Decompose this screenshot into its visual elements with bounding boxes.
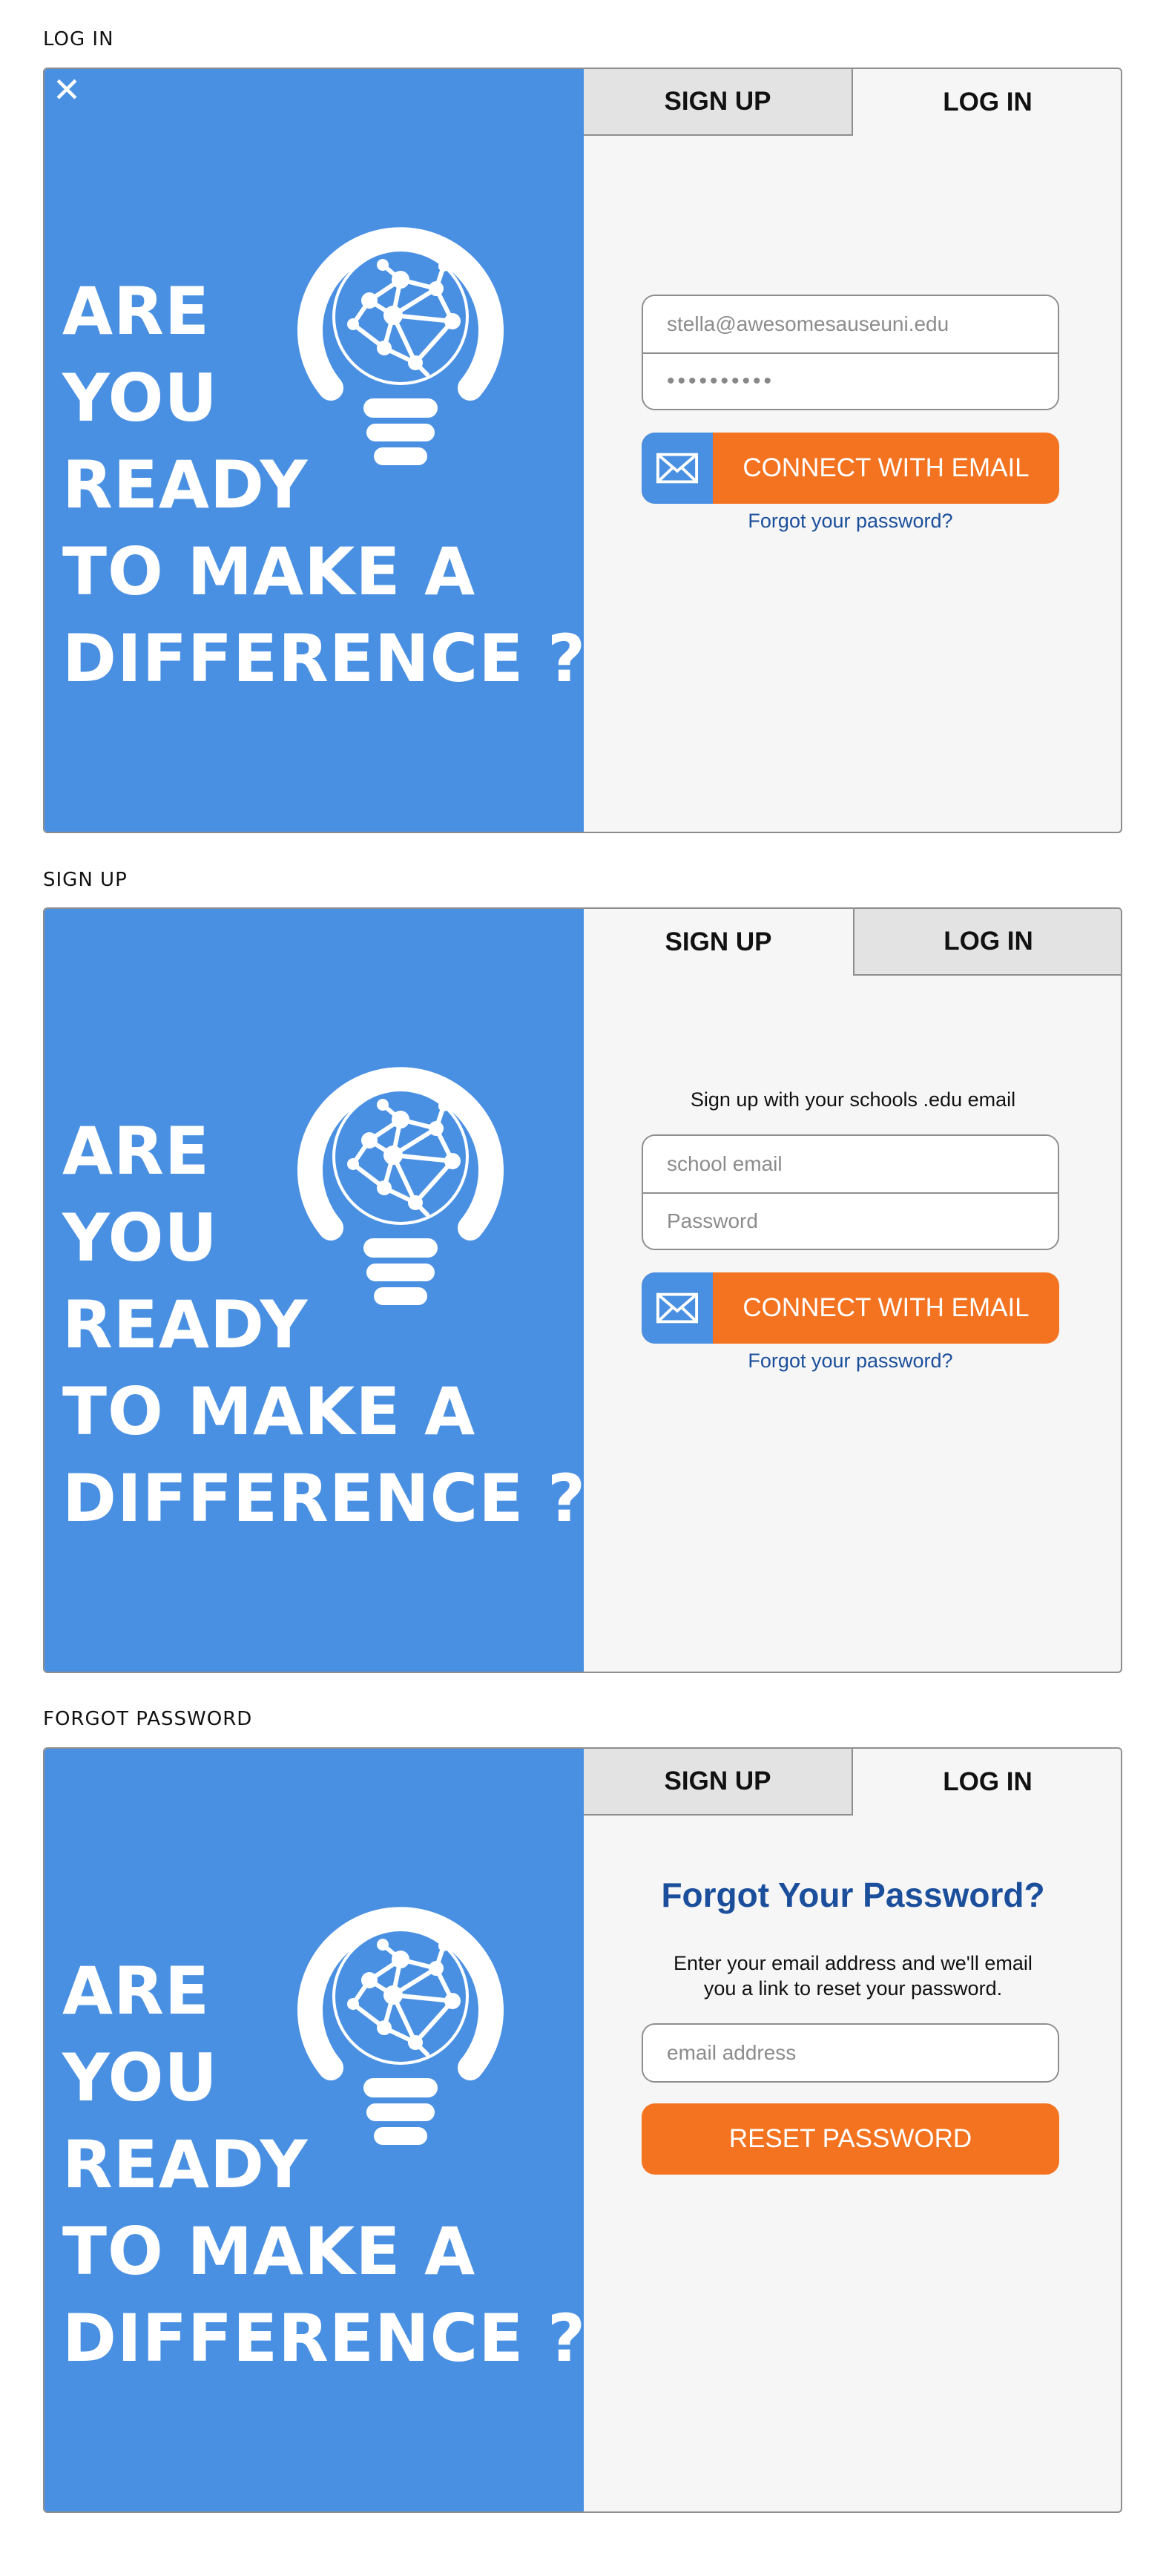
signup-instruction: Sign up with your schools .edu email [690,1088,1016,1111]
lightbulb-network-icon [297,1057,504,1310]
form-panel: SIGN UP LOG IN stella@awesomesauseuni.ed… [584,69,1121,832]
form-panel: SIGN UP LOG IN Forgot Your Password? Ent… [584,1749,1121,2511]
forgot-instruction-line2: you a link to reset your password. [703,1977,1003,2000]
tab-login[interactable]: LOG IN [853,1749,1121,1816]
forgot-card: ARE YOU READY TO MAKE A DIFFERENCE ? SIG… [43,1747,1122,2513]
connect-with-email-button[interactable]: CONNECT WITH EMAIL [642,1272,1059,1344]
hero-panel: ARE YOU READY TO MAKE A DIFFERENCE ? [45,909,585,1672]
forgot-password-link[interactable]: Forgot your password? [642,1350,1059,1373]
password-input[interactable]: Password [643,1192,1058,1249]
connect-button-label: CONNECT WITH EMAIL [742,453,1030,482]
connect-button-label: CONNECT WITH EMAIL [742,1293,1030,1322]
close-icon[interactable]: ✕ [52,73,82,107]
email-group: email address [642,2023,1059,2083]
password-field[interactable]: •••••••••• [643,352,1058,409]
school-email-input[interactable]: school email [643,1136,1058,1192]
tab-login[interactable]: LOG IN [853,909,1121,976]
login-card: ✕ ARE YOU READY TO MAKE A DIFFERENCE ? S… [43,68,1122,833]
hero-panel: ARE YOU READY TO MAKE A DIFFERENCE ? [45,1749,585,2511]
section-label-forgot: FORGOT PASSWORD [43,1708,253,1730]
tab-login[interactable]: LOG IN [853,69,1121,136]
forgot-instruction-line1: Enter your email address and we'll email [674,1952,1033,1974]
forgot-password-link[interactable]: Forgot your password? [642,510,1059,533]
credentials-group: stella@awesomesauseuni.edu •••••••••• [642,295,1059,410]
form-panel: SIGN UP LOG IN Sign up with your schools… [584,909,1121,1672]
reset-password-button[interactable]: RESET PASSWORD [642,2103,1059,2175]
tab-signup[interactable]: SIGN UP [584,909,853,976]
signup-card: ARE YOU READY TO MAKE A DIFFERENCE ? SIG… [43,907,1122,1673]
email-field[interactable]: stella@awesomesauseuni.edu [643,296,1058,352]
connect-with-email-button[interactable]: CONNECT WITH EMAIL [642,433,1059,504]
mail-icon [642,433,713,504]
tab-signup[interactable]: SIGN UP [584,1749,853,1816]
tab-signup[interactable]: SIGN UP [584,69,853,136]
section-label-signup: SIGN UP [43,869,128,891]
forgot-title: Forgot Your Password? [661,1876,1045,1914]
hero-panel: ✕ ARE YOU READY TO MAKE A DIFFERENCE ? [45,69,585,832]
email-address-input[interactable]: email address [643,2025,1058,2081]
lightbulb-network-icon [297,217,504,470]
signup-fields: school email Password [642,1134,1059,1250]
lightbulb-network-icon [297,1897,504,2149]
section-label-login: LOG IN [43,28,114,50]
mail-icon [642,1272,713,1344]
